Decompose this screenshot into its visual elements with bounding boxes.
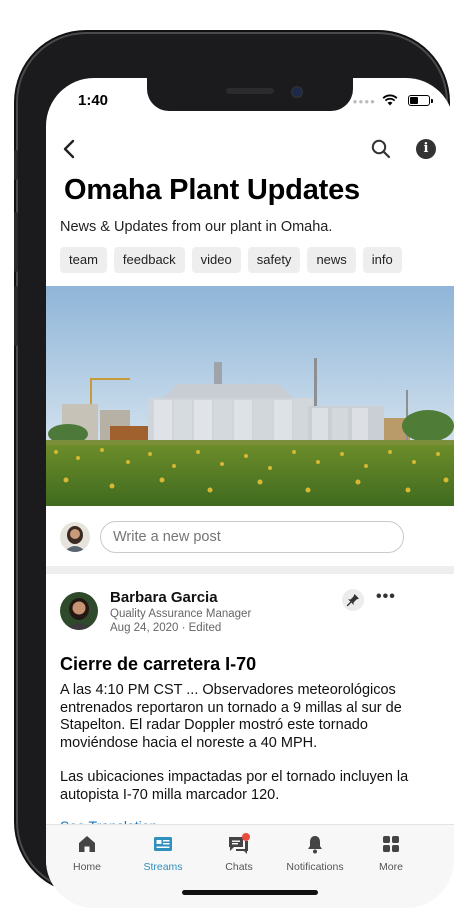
- notch: [147, 78, 353, 111]
- page-title: Omaha Plant Updates: [64, 174, 360, 206]
- signal-icon: ●●●●: [352, 97, 376, 106]
- camera: [291, 86, 303, 98]
- home-indicator: [182, 890, 318, 895]
- composer: [46, 508, 454, 564]
- tab-label: Notifications: [286, 861, 344, 873]
- battery-icon: [408, 95, 433, 106]
- volume-up-button: [14, 212, 18, 272]
- phone-frame: 1:40 ●●●● i Omaha Plant Updates News & U…: [14, 34, 454, 908]
- tag-news[interactable]: news: [307, 247, 356, 273]
- info-icon[interactable]: i: [416, 139, 436, 159]
- tab-chats[interactable]: Chats: [198, 833, 280, 873]
- tab-label: Chats: [225, 861, 253, 873]
- nav-bar: i: [46, 134, 454, 166]
- bell-icon: [308, 836, 322, 854]
- tab-home[interactable]: Home: [46, 833, 128, 873]
- home-icon: [79, 836, 95, 852]
- tag-info[interactable]: info: [362, 247, 402, 273]
- chats-icon: [229, 833, 250, 854]
- tag-safety[interactable]: safety: [247, 247, 301, 273]
- more-options-icon[interactable]: •••: [376, 588, 396, 606]
- tag-team[interactable]: team: [60, 247, 107, 273]
- page-subtitle: News & Updates from our plant in Omaha.: [60, 219, 333, 235]
- post-paragraph: A las 4:10 PM CST ... Observadores meteo…: [60, 682, 402, 751]
- new-post-input[interactable]: [100, 521, 404, 553]
- tab-streams[interactable]: Streams: [122, 833, 204, 873]
- author-avatar[interactable]: [60, 592, 98, 630]
- post-date: Aug 24, 2020 · Edited: [110, 622, 222, 634]
- search-icon[interactable]: [370, 138, 392, 160]
- tab-label: Streams: [143, 861, 183, 873]
- speaker: [226, 88, 274, 94]
- tab-more[interactable]: More: [350, 833, 432, 873]
- author-role: Quality Assurance Manager: [110, 608, 252, 620]
- tag-list: team feedback video safety news info: [60, 247, 409, 273]
- author-name[interactable]: Barbara Garcia: [110, 589, 218, 606]
- post-title: Cierre de carretera I-70: [60, 654, 257, 674]
- notification-badge: [242, 833, 250, 841]
- section-divider: [46, 566, 454, 574]
- pin-icon[interactable]: [342, 589, 364, 611]
- grid-icon: [383, 836, 399, 852]
- tab-label: Home: [72, 861, 101, 873]
- tab-notifications[interactable]: Notifications: [274, 833, 356, 873]
- tab-label: More: [379, 861, 403, 873]
- tag-feedback[interactable]: feedback: [113, 247, 185, 273]
- back-icon[interactable]: [58, 137, 82, 161]
- wifi-icon: [382, 94, 398, 106]
- tab-bar: Home Streams Chats Notifications More: [46, 824, 454, 908]
- mute-switch: [14, 150, 18, 180]
- cover-image: [46, 286, 454, 506]
- tag-video[interactable]: video: [191, 247, 241, 273]
- screen: 1:40 ●●●● i Omaha Plant Updates News & U…: [46, 78, 454, 908]
- status-time: 1:40: [78, 92, 109, 109]
- current-user-avatar: [60, 522, 90, 552]
- post-paragraph: Las ubicaciones impactadas por el tornad…: [60, 769, 409, 803]
- volume-down-button: [14, 286, 18, 346]
- post-body: A las 4:10 PM CST ... Observadores meteo…: [60, 682, 448, 821]
- streams-icon: [154, 837, 172, 851]
